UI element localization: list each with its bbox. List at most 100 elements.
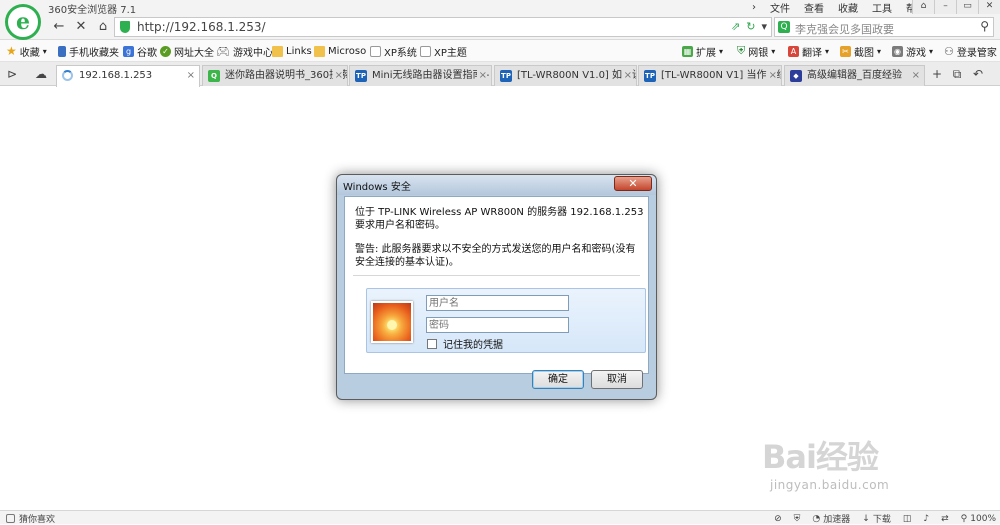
maximize-button[interactable]: ▭ — [956, 0, 978, 14]
status-bar: 猜你喜欢 ⊘ ⛨ ◔ 加速器 ↓ 下载 ◫ ♪ ⇄ ⚲ 100% — [0, 510, 1000, 525]
dialog-titlebar[interactable]: Windows 安全 ✕ — [337, 175, 656, 195]
bookmark-label: XP主题 — [434, 47, 467, 59]
accelerator-button[interactable]: ◔ 加速器 — [812, 512, 850, 525]
shield-status-icon[interactable]: ⛨ — [794, 514, 801, 524]
game-icon: ◉ — [892, 45, 903, 57]
bookmark-label: XP系统 — [384, 47, 417, 59]
download-label: 下载 — [872, 515, 891, 525]
remember-checkbox[interactable] — [427, 338, 437, 349]
dialog-close-button[interactable]: ✕ — [614, 176, 652, 191]
menu-file[interactable]: 文件 — [770, 0, 790, 15]
tab-router-login[interactable]: 192.168.1.253 × — [56, 65, 200, 87]
windows-security-dialog: Windows 安全 ✕ 位于 TP-LINK Wireless AP WR80… — [336, 174, 657, 400]
bookmark-microsoft[interactable]: Microso — [314, 44, 366, 58]
bookmark-label: Microso — [328, 45, 367, 57]
toolbar-screenshot[interactable]: ✂ 截图 ▾ — [840, 44, 881, 59]
toolbar-bank[interactable]: ⛨ 网银 ▾ — [737, 44, 775, 59]
tab-title: 迷你路由器说明书_360搜索 — [225, 70, 348, 81]
tab-bar: ⊳ ☁ 192.168.1.253 × Q 迷你路由器说明书_360搜索 × T… — [0, 62, 1000, 87]
toolbar-games[interactable]: ◉ 游戏 ▾ — [892, 44, 934, 59]
search-box[interactable]: Q 李克强会见多国政要 ⚲ — [774, 17, 994, 37]
bookmark-game-center[interactable]: 🎮︎ 游戏中心 — [216, 44, 273, 59]
share-icon[interactable]: ⇗ — [731, 20, 740, 33]
menu-arrow-icon[interactable]: › — [752, 2, 756, 13]
tab-setup-guide[interactable]: TP Mini无线路由器设置指南 - 百度 × — [349, 65, 492, 86]
tab-close-icon[interactable]: × — [332, 66, 343, 85]
tab-close-icon[interactable]: × — [909, 66, 920, 85]
toolbar-translate[interactable]: A 翻译 ▾ — [788, 44, 830, 59]
search-engine-icon[interactable]: Q — [778, 21, 790, 33]
tab-close-icon[interactable]: × — [184, 66, 195, 85]
tab-favicon-icon: ◆ — [790, 70, 802, 82]
status-recommend[interactable]: 猜你喜欢 — [19, 512, 55, 525]
username-field[interactable] — [426, 295, 569, 311]
bookmark-xp-theme[interactable]: XP主题 — [420, 44, 467, 59]
bookmark-label: 网址大全 — [174, 47, 214, 59]
menu-favorites[interactable]: 收藏 — [838, 0, 858, 15]
minimize-button[interactable]: – — [934, 0, 956, 14]
status-right: ⊘ ⛨ ◔ 加速器 ↓ 下载 ◫ ♪ ⇄ ⚲ 100% — [774, 512, 996, 525]
remember-label: 记住我的凭据 — [443, 340, 503, 351]
address-bar[interactable]: http://192.168.1.253/ ⇗ ↻ ▾ — [114, 17, 772, 37]
cancel-button[interactable]: 取消 — [591, 370, 643, 389]
back-icon[interactable]: ← — [50, 18, 68, 36]
tab-close-icon[interactable]: × — [621, 66, 632, 85]
close-window-button[interactable]: ✕ — [978, 0, 1000, 14]
volume-icon[interactable]: ♪ — [923, 514, 929, 524]
bookmark-label: 手机收藏夹 — [69, 47, 119, 59]
chevron-down-icon: ▾ — [825, 46, 830, 56]
download-button[interactable]: ↓ 下载 — [862, 512, 891, 525]
bookmark-mobile[interactable]: 手机收藏夹 — [58, 44, 119, 59]
gamepad-icon: 🎮︎ — [216, 44, 230, 58]
tab-close-icon[interactable]: × — [476, 66, 487, 85]
toolbar-extensions[interactable]: ▦ 扩展 ▾ — [682, 44, 723, 59]
phone-icon — [58, 45, 66, 57]
bookmark-favorites[interactable]: ★ 收藏 ▾ — [6, 44, 47, 59]
remember-credentials[interactable]: 记住我的凭据 — [427, 336, 503, 351]
search-input[interactable]: 李克强会见多国政要 — [795, 21, 894, 37]
accelerator-label: 加速器 — [823, 515, 851, 525]
user-avatar-icon — [371, 301, 413, 343]
credentials-panel: 记住我的凭据 — [366, 288, 646, 353]
tab-favicon-icon: TP — [355, 70, 367, 82]
restore-closed-tab-icon[interactable]: ↶ — [970, 66, 986, 82]
swap-icon[interactable]: ⇄ — [941, 514, 949, 524]
tab-router-manual[interactable]: Q 迷你路由器说明书_360搜索 × — [202, 65, 348, 86]
menu-view[interactable]: 查看 — [804, 0, 824, 15]
chevron-down-icon: ▾ — [42, 46, 47, 56]
address-dropdown-icon[interactable]: ▾ — [761, 20, 767, 33]
ok-button[interactable]: 确定 — [532, 370, 584, 389]
tab-advanced-editor[interactable]: ◆ 高级编辑器_百度经验 × — [784, 65, 925, 86]
skin-icon[interactable]: ⌂ — [912, 0, 934, 14]
tab-wr800n-wireless[interactable]: TP [TL-WR800N V1] 当作无线 × — [638, 65, 782, 86]
tab-wr800n-how[interactable]: TP [TL-WR800N V1.0] 如何设置 × — [494, 65, 637, 86]
sidebar-toggle-icon[interactable]: ⊳ — [4, 66, 20, 82]
new-tab-icon[interactable]: + — [929, 66, 945, 82]
star-icon: ★ — [6, 44, 17, 58]
search-icon[interactable]: ⚲ — [980, 19, 989, 33]
bookmark-google[interactable]: g 谷歌 — [123, 44, 157, 59]
url-text[interactable]: http://192.168.1.253/ — [137, 20, 266, 34]
accelerator-icon: ◔ — [812, 513, 821, 524]
tab-list-icon[interactable]: ⧉ — [949, 66, 965, 82]
home-icon[interactable]: ⌂ — [94, 18, 112, 36]
bookmark-xp-system[interactable]: XP系统 — [370, 44, 417, 59]
password-field[interactable] — [426, 317, 569, 333]
tab-close-icon[interactable]: × — [766, 66, 777, 85]
network-icon[interactable]: ⊘ — [774, 514, 782, 524]
compat-mode-icon[interactable]: ↻ — [746, 20, 755, 33]
camera-icon[interactable]: ◫ — [903, 514, 912, 524]
tab-title: 192.168.1.253 — [79, 70, 153, 81]
browser-logo-icon[interactable]: e — [5, 4, 41, 40]
bookmark-links[interactable]: Links — [272, 44, 312, 58]
stop-icon[interactable]: ✕ — [72, 18, 90, 36]
toolbar-login-manager[interactable]: ⚇ 登录管家 — [944, 44, 997, 59]
login-manager-icon: ⚇ — [944, 44, 954, 58]
chevron-down-icon: ▾ — [929, 46, 934, 56]
zoom-control[interactable]: ⚲ 100% — [961, 514, 996, 524]
bookmark-label: 游戏中心 — [232, 47, 273, 59]
menu-tools[interactable]: 工具 — [872, 0, 892, 15]
cloud-icon[interactable]: ☁ — [33, 66, 49, 82]
tab-title: 高级编辑器_百度经验 — [807, 70, 902, 81]
bookmark-nav-sites[interactable]: ✓ 网址大全 — [160, 44, 214, 59]
